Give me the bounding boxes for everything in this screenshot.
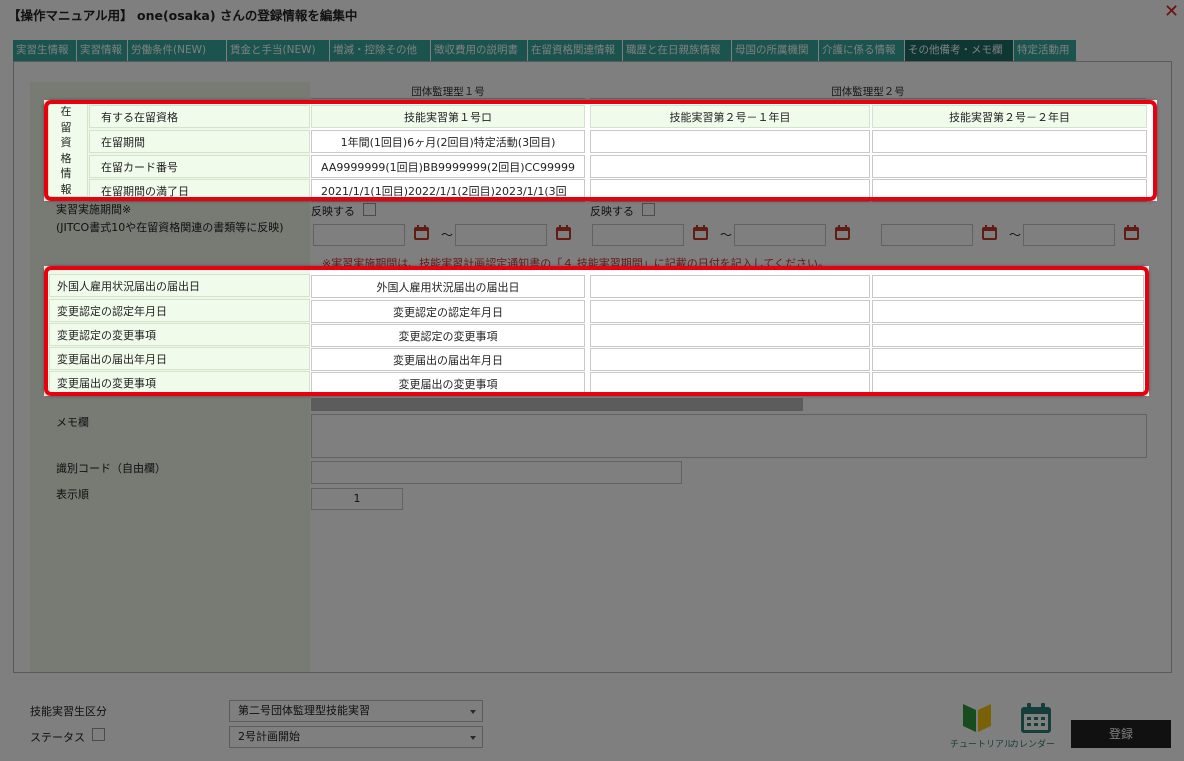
tab-9[interactable]: 介護に係る情報 xyxy=(819,40,904,61)
tab-4[interactable]: 増減・控除その他 xyxy=(330,40,430,61)
memo-textarea[interactable] xyxy=(311,414,1147,458)
tilde-separator: ～ xyxy=(720,228,733,242)
status-checkbox[interactable] xyxy=(92,728,105,741)
calendar-icon[interactable] xyxy=(1123,224,1140,241)
tilde-separator: ～ xyxy=(441,228,454,242)
tab-8[interactable]: 母国の所属機関 xyxy=(732,40,818,61)
tab-1[interactable]: 実習情報 xyxy=(77,40,127,61)
tab-2[interactable]: 労働条件(NEW) xyxy=(128,40,226,61)
chevron-down-icon xyxy=(470,710,476,714)
tab-11[interactable]: 特定活動用 xyxy=(1014,40,1076,61)
calendar-icon[interactable] xyxy=(1019,702,1053,734)
display-order-input[interactable]: 1 xyxy=(311,488,403,510)
tab-7[interactable]: 職歴と在日親族情報 xyxy=(623,40,731,61)
tab-5[interactable]: 徴収費用の説明書 xyxy=(431,40,527,61)
tab-6[interactable]: 在留資格関連情報 xyxy=(528,40,622,61)
period-label: 実習実施期間※ xyxy=(56,203,132,216)
register-button[interactable]: 登録 xyxy=(1071,720,1171,748)
calendar-icon[interactable] xyxy=(555,224,572,241)
calendar-icon[interactable] xyxy=(413,224,430,241)
period-sub-label: (JITCO書式10や在留資格関連の書類等に反映) xyxy=(56,221,284,234)
tab-0[interactable]: 実習生情報 xyxy=(13,40,76,61)
column-header-group2: 団体監理型２号 xyxy=(590,85,1146,99)
period-end-input[interactable] xyxy=(455,224,547,246)
reflect-checkbox[interactable] xyxy=(363,203,376,216)
id-code-label: 識別コード（自由欄） xyxy=(56,462,166,475)
category-value: 第二号団体監理型技能実習 xyxy=(238,704,370,717)
highlight-notifications xyxy=(44,266,1149,396)
calendar-icon[interactable] xyxy=(834,224,851,241)
id-code-input[interactable] xyxy=(311,461,682,484)
status-value: 2号計画開始 xyxy=(238,730,300,743)
period-start-input[interactable] xyxy=(313,224,405,246)
highlight-residence xyxy=(44,100,1157,201)
tutorial-icon[interactable] xyxy=(960,700,994,734)
reflect-label: 反映する xyxy=(311,205,355,218)
calendar-label[interactable]: カレンダー xyxy=(1010,737,1055,750)
reflect-checkbox[interactable] xyxy=(642,203,655,216)
close-icon[interactable]: ✕ xyxy=(1164,2,1179,22)
chevron-down-icon xyxy=(470,736,476,740)
tutorial-label[interactable]: チュートリアル xyxy=(950,737,1013,750)
status-label: ステータス xyxy=(30,731,85,744)
column-header-group1: 団体監理型１号 xyxy=(311,85,585,99)
horizontal-scrollbar[interactable] xyxy=(311,398,803,411)
period-end-input[interactable] xyxy=(734,224,826,246)
memo-label: メモ欄 xyxy=(56,416,89,429)
tab-10[interactable]: その他備考・メモ欄 xyxy=(905,40,1013,61)
display-order-label: 表示順 xyxy=(56,488,89,501)
calendar-icon[interactable] xyxy=(981,224,998,241)
category-label: 技能実習生区分 xyxy=(30,705,107,718)
reflect-label: 反映する xyxy=(590,205,634,218)
tab-3[interactable]: 賃金と手当(NEW) xyxy=(227,40,329,61)
period-start-input[interactable] xyxy=(881,224,973,246)
period-end-input[interactable] xyxy=(1023,224,1115,246)
edit-dialog: 【操作マニュアル用】 one(osaka) さんの登録情報を編集中 ✕ 実習生情… xyxy=(0,0,1184,761)
calendar-icon[interactable] xyxy=(692,224,709,241)
status-select[interactable]: 2号計画開始 xyxy=(229,726,483,748)
dialog-title: 【操作マニュアル用】 one(osaka) さんの登録情報を編集中 xyxy=(8,8,358,23)
period-start-input[interactable] xyxy=(592,224,684,246)
category-select[interactable]: 第二号団体監理型技能実習 xyxy=(229,700,483,722)
tilde-separator: ～ xyxy=(1009,228,1022,242)
